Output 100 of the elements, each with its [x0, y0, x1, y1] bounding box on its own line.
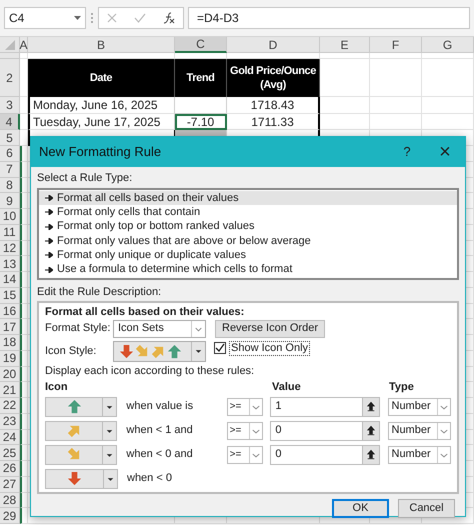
formula-field[interactable]: =D4-D3 — [188, 7, 470, 29]
row-header[interactable]: 21 — [0, 382, 20, 398]
cancel-button[interactable]: Cancel — [398, 498, 455, 518]
row-header[interactable]: 14 — [0, 272, 20, 288]
row-header[interactable]: 9 — [0, 193, 20, 209]
column-header[interactable]: A — [20, 37, 28, 53]
grip-icon — [90, 12, 94, 24]
down-arrow-icon — [67, 471, 82, 486]
row-header[interactable]: 13 — [0, 256, 20, 272]
row-header[interactable]: 2 — [0, 59, 20, 97]
value-field[interactable]: 0 — [270, 420, 380, 441]
row-header[interactable]: 5 — [0, 130, 20, 146]
table-cell: Tuesday, June 17, 2025 — [28, 114, 175, 130]
chevron-down-icon — [437, 422, 450, 439]
column-header[interactable]: G — [422, 37, 474, 53]
column-label: Icon — [45, 380, 69, 395]
chevron-down-icon — [437, 398, 450, 415]
condition-text: when < 0 — [127, 472, 173, 486]
condition-text: when < 0 and — [126, 448, 194, 462]
icon-dropdown[interactable] — [45, 396, 118, 417]
up-arrow-icon — [167, 344, 182, 359]
collapse-dialog-icon[interactable] — [362, 446, 378, 464]
column-header[interactable]: D — [227, 37, 320, 53]
collapse-dialog-icon[interactable] — [362, 422, 378, 440]
icon-style-dropdown[interactable] — [113, 340, 206, 362]
panel-heading: Format all cells based on their values: — [45, 306, 246, 319]
type-dropdown[interactable]: Number — [388, 446, 452, 464]
column-heading: Date — [28, 59, 175, 97]
format-style-dropdown[interactable]: Icon Sets — [113, 320, 206, 338]
table-cell: Monday, June 16, 2025 — [28, 97, 175, 114]
operator-dropdown[interactable]: >= — [226, 398, 264, 416]
rule-type-item[interactable]: Format only values that are above or below average — [39, 234, 457, 248]
row-header[interactable]: 6 — [0, 146, 20, 162]
collapse-dialog-icon[interactable] — [362, 398, 378, 416]
checkbox[interactable] — [214, 342, 226, 354]
table-cell[interactable]: -7.10 — [175, 114, 227, 130]
row-header[interactable]: 23 — [0, 414, 20, 430]
row-header[interactable]: 11 — [0, 224, 20, 240]
chevron-down-icon — [249, 398, 262, 415]
column-header[interactable]: C — [175, 37, 227, 53]
column-heading: Trend — [175, 59, 227, 97]
row-header[interactable]: 3 — [0, 97, 20, 114]
rule-type-item[interactable]: Format all cells based on their values — [39, 191, 457, 206]
chevron-down-icon — [437, 446, 450, 463]
field-label: Icon Style: — [45, 344, 98, 358]
column-header[interactable]: E — [320, 37, 370, 53]
row-header[interactable]: 12 — [0, 240, 20, 256]
checkbox-label[interactable]: Show Icon Only — [229, 340, 310, 356]
value-field[interactable]: 1 — [270, 396, 380, 417]
down-right-arrow-icon — [135, 344, 150, 359]
row-header[interactable]: 17 — [0, 319, 20, 335]
rule-type-item[interactable]: Format only top or bottom ranked values — [39, 220, 457, 234]
up-right-arrow-icon — [66, 423, 82, 438]
rule-type-item[interactable]: Use a formula to determine which cells to format — [39, 262, 457, 277]
caret-icon — [74, 16, 81, 20]
bullet-arrow-icon — [45, 195, 53, 202]
row-header[interactable]: 16 — [0, 304, 20, 320]
value-field[interactable]: 0 — [270, 444, 380, 465]
section-label: Select a Rule Type: — [37, 172, 132, 185]
help-button[interactable]: ? — [389, 137, 425, 167]
rule-type-item[interactable]: Format only unique or duplicate values — [39, 248, 457, 262]
row-header[interactable]: 10 — [0, 209, 20, 225]
column-header[interactable]: F — [370, 37, 422, 53]
column-header[interactable]: B — [28, 37, 175, 53]
column-label: Type — [389, 380, 414, 395]
section-label: Edit the Rule Description: — [37, 286, 162, 299]
row-header[interactable]: 18 — [0, 335, 20, 351]
reverse-icon-order-button[interactable]: Reverse Icon Order — [215, 320, 325, 338]
row-header[interactable]: 24 — [0, 430, 20, 446]
bullet-arrow-icon — [45, 209, 53, 216]
name-box[interactable]: C4 — [4, 7, 86, 29]
row-header[interactable]: 19 — [0, 350, 20, 366]
row-header[interactable]: 4 — [0, 114, 20, 130]
rule-type-item[interactable]: Format only cells that contain — [39, 205, 457, 220]
row-header[interactable]: 28 — [0, 492, 20, 508]
operator-dropdown[interactable]: >= — [226, 422, 264, 440]
dialog-title: New Formatting Rule — [39, 143, 162, 162]
row-header[interactable]: 26 — [0, 461, 20, 477]
condition-text: when < 1 and — [126, 424, 194, 438]
row-header[interactable]: 29 — [0, 508, 20, 524]
operator-dropdown[interactable]: >= — [226, 446, 264, 464]
function-icon[interactable] — [162, 12, 175, 24]
row-header[interactable]: 27 — [0, 476, 20, 492]
row-header[interactable]: 8 — [0, 178, 20, 194]
table-cell: 1711.33 — [227, 114, 320, 130]
table-cell[interactable] — [175, 97, 227, 114]
type-dropdown[interactable]: Number — [388, 398, 452, 416]
row-header[interactable]: 7 — [0, 162, 20, 178]
bullet-arrow-icon — [45, 238, 53, 244]
row-header[interactable]: 22 — [0, 398, 20, 414]
check-icon[interactable] — [134, 13, 146, 23]
row-header[interactable]: 25 — [0, 445, 20, 461]
down-arrow-icon — [119, 344, 134, 359]
icon-dropdown[interactable] — [45, 468, 118, 489]
type-dropdown[interactable]: Number — [388, 422, 452, 440]
ok-button[interactable]: OK — [332, 498, 389, 518]
close-button[interactable]: × — [425, 137, 465, 167]
field-label: Format Style: — [45, 322, 112, 336]
row-header[interactable]: 15 — [0, 288, 20, 304]
row-header[interactable]: 20 — [0, 366, 20, 382]
